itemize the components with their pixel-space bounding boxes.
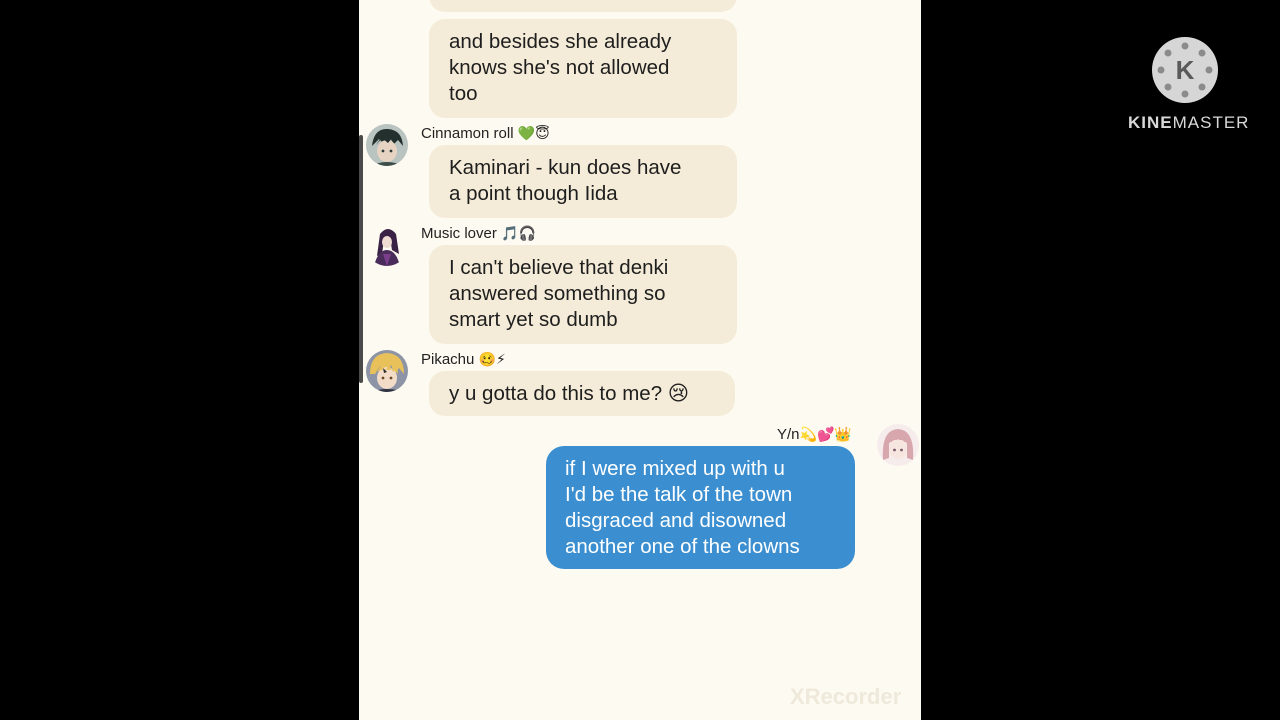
- message-text-line: and besides she already: [449, 30, 672, 53]
- brand-text-bold: KINE: [1128, 113, 1173, 132]
- outgoing-message-bubble: if I were mixed up with u I'd be the tal…: [546, 446, 855, 569]
- message-bubble: y u gotta do this to me? 😢: [429, 371, 735, 416]
- message-text-line: smart yet so dumb: [449, 308, 618, 331]
- sender-name-text: Pikachu: [421, 351, 475, 368]
- message-text-line: knows she's not allowed: [449, 56, 670, 79]
- sender-name-text: Music lover: [421, 225, 497, 242]
- message-text-line: too: [449, 82, 478, 105]
- kinemaster-logo-letter: K: [1176, 55, 1195, 85]
- kinemaster-logo-icon: K: [1152, 37, 1218, 103]
- message-text-line: if I were mixed up with u: [565, 457, 785, 480]
- sender-name-text: Cinnamon roll: [421, 125, 514, 142]
- sender-name: Pikachu 🥴⚡: [421, 351, 506, 368]
- purple-haired-girl-avatar-icon[interactable]: [366, 224, 408, 266]
- sender-emoji: 🎵🎧: [501, 226, 536, 242]
- sender-emoji: 🥴⚡: [478, 352, 506, 368]
- message-text-line: answered something so: [449, 282, 666, 305]
- kinemaster-brand-text: KINEMASTER: [1128, 113, 1249, 133]
- sender-emoji: 💫💕👑: [799, 427, 852, 443]
- message-text-line: disgraced and disowned: [565, 509, 787, 532]
- sender-name-text: Y/n: [777, 426, 800, 443]
- scrollbar[interactable]: [359, 135, 363, 383]
- message-bubble-cutoff: [429, 0, 737, 12]
- message-bubble: I can't believe that denki answered some…: [429, 245, 737, 344]
- message-text-line: I can't believe that denki: [449, 256, 669, 279]
- brand-text-rest: MASTER: [1172, 113, 1250, 132]
- sender-name: Cinnamon roll 💚😇: [421, 125, 550, 142]
- message-text-line: Kaminari - kun does have: [449, 156, 682, 179]
- message-text-line: a point though Iida: [449, 182, 618, 205]
- xrecorder-watermark: XRecorder: [790, 684, 902, 709]
- message-text-line: y u gotta do this to me? 😢: [449, 382, 690, 405]
- message-bubble: Kaminari - kun does have a point though …: [429, 145, 737, 218]
- message-bubble: and besides she already knows she's not …: [429, 19, 737, 118]
- blonde-boy-avatar-icon[interactable]: [366, 350, 408, 392]
- sender-name: Y/n💫💕👑: [777, 426, 852, 443]
- message-text-line: another one of the clowns: [565, 535, 800, 558]
- dark-haired-boy-avatar-icon[interactable]: [366, 124, 408, 166]
- pink-haired-girl-avatar-icon[interactable]: [877, 424, 919, 466]
- sender-emoji: 💚😇: [517, 126, 550, 142]
- message-text-line: I'd be the talk of the town: [565, 483, 793, 506]
- sender-name: Music lover 🎵🎧: [421, 225, 536, 242]
- chat-screen: and besides she already knows she's not …: [359, 0, 921, 720]
